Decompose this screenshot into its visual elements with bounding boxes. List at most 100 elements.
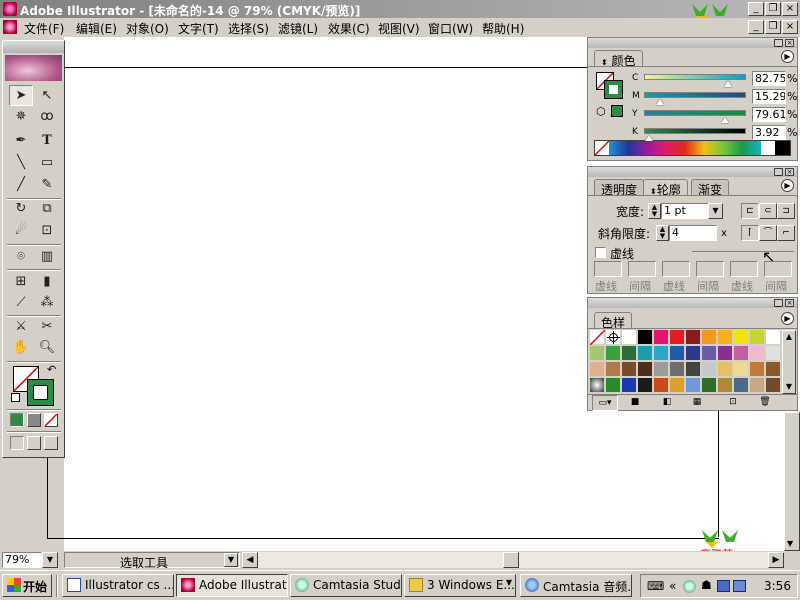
keyboard-icon[interactable]: ⌨ [647, 579, 664, 593]
show-color-swatches-icon[interactable]: ■ [626, 395, 644, 411]
menu-type[interactable]: 文字(T) [178, 20, 219, 37]
color-panel-menu-icon[interactable]: ▶ [781, 50, 794, 63]
warp-tool-icon[interactable]: ☄ [9, 220, 33, 241]
type-tool-icon[interactable]: T [35, 130, 59, 151]
channel-value-m[interactable]: 15.29 [752, 89, 786, 104]
swatch[interactable] [702, 346, 717, 361]
swatch[interactable] [638, 378, 653, 393]
current-color-chip[interactable] [611, 105, 623, 117]
miter-input[interactable]: 4 [669, 225, 717, 241]
eyedropper-tool-icon[interactable]: ⟋ [9, 292, 33, 313]
direct-selection-tool-icon[interactable]: ↖ [35, 85, 59, 106]
tab-swatches[interactable]: 色样 [594, 312, 633, 330]
symbol-sprayer-tool-icon[interactable]: ⌾ [9, 246, 33, 267]
doc-minimize-button[interactable]: _ [748, 20, 764, 34]
status-tool-display[interactable]: 选取工具 [64, 552, 240, 570]
taskbar-button-windows-explorer[interactable]: 3 Windows E... ▼ [404, 574, 516, 597]
start-button[interactable]: 开始 [2, 574, 52, 597]
swatch[interactable] [670, 378, 685, 393]
pencil-tool-icon[interactable]: ✎ [35, 174, 59, 195]
menu-help[interactable]: 帮助(H) [482, 20, 524, 37]
swatch[interactable] [654, 378, 669, 393]
dash-field-1[interactable] [594, 261, 622, 277]
new-swatch-icon[interactable]: ⊡ [724, 395, 742, 411]
menu-view[interactable]: 视图(V) [378, 20, 420, 37]
gap-field-3[interactable] [764, 261, 792, 277]
stroke-panel-minimize[interactable]: _ [774, 168, 783, 176]
menu-filter[interactable]: 滤镜(L) [278, 20, 318, 37]
scissors-tool-icon[interactable]: ✂ [35, 316, 59, 337]
bevel-join-icon[interactable]: ⌐ [777, 225, 795, 241]
swatch[interactable] [622, 362, 637, 377]
camtasia-tray-icon[interactable] [683, 580, 696, 593]
swatch[interactable] [718, 330, 733, 345]
lasso-tool-icon[interactable]: ꝏ [35, 106, 59, 127]
swatch[interactable] [750, 362, 765, 377]
swatches-scrollbar[interactable]: ▲ ▼ [782, 330, 796, 394]
swatches-panel-minimize[interactable]: _ [774, 299, 783, 307]
swatch[interactable] [654, 330, 669, 345]
swatch[interactable] [686, 378, 701, 393]
selection-tool-icon[interactable]: ➤ [9, 85, 33, 106]
gap-field-2[interactable] [696, 261, 724, 277]
doc-close-button[interactable]: × [782, 20, 798, 34]
swatch[interactable] [702, 362, 717, 377]
scroll-left-button[interactable]: ◀ [242, 552, 258, 568]
minimize-button[interactable]: _ [748, 2, 764, 16]
blend-tool-icon[interactable]: ⁂ [35, 292, 59, 313]
toolbox-flower-image[interactable] [5, 55, 62, 81]
rotate-tool-icon[interactable]: ↻ [9, 198, 33, 219]
color-panel-minimize[interactable]: _ [774, 39, 783, 47]
swatch[interactable] [654, 346, 669, 361]
zoom-tool-icon[interactable]: 🔍︎ [35, 337, 59, 358]
show-gradient-swatches-icon[interactable]: ◧ [658, 395, 676, 411]
vertical-scrollbar[interactable]: ▼ [784, 412, 800, 551]
weight-stepper[interactable]: ▲ ▼ [648, 203, 661, 219]
taskbar-button-camtasia-studio[interactable]: Camtasia Studi... [290, 574, 402, 597]
none-mode-icon[interactable] [44, 413, 58, 427]
swatch[interactable] [590, 346, 605, 361]
swatch[interactable] [766, 346, 781, 361]
horizontal-scroll-thumb[interactable] [503, 552, 519, 568]
illustrator-app-icon[interactable] [3, 2, 17, 16]
swatches-panel-close[interactable]: × [785, 299, 794, 307]
full-screen-menu-mode-icon[interactable] [27, 436, 41, 450]
channel-slider-thumb-c[interactable] [723, 81, 732, 87]
gradient-mode-icon[interactable] [27, 413, 41, 427]
menu-effect[interactable]: 效果(C) [328, 20, 370, 37]
panel-stroke-indicator[interactable] [604, 80, 623, 99]
zoom-dropdown-icon[interactable]: ▼ [42, 552, 58, 568]
taskbar-button-illustrator-doc[interactable]: Illustrator cs ... [62, 574, 174, 597]
swatch[interactable] [606, 362, 621, 377]
swatch[interactable] [622, 330, 637, 345]
volume-tray-icon[interactable]: ☗ [701, 578, 712, 592]
free-transform-tool-icon[interactable]: ⊡ [35, 220, 59, 241]
standard-screen-mode-icon[interactable] [10, 436, 24, 450]
magic-wand-tool-icon[interactable]: ✵ [9, 106, 33, 127]
dash-field-2[interactable] [662, 261, 690, 277]
swatch[interactable] [622, 346, 637, 361]
tab-color[interactable]: ⬍ 颜色 [594, 50, 643, 68]
full-screen-mode-icon[interactable] [44, 436, 58, 450]
channel-slider-thumb-y[interactable] [720, 117, 729, 123]
swatch[interactable] [638, 362, 653, 377]
channel-slider-m[interactable] [644, 92, 746, 98]
swatch[interactable] [670, 330, 685, 345]
channel-slider-thumb-k[interactable] [644, 135, 653, 141]
swatch[interactable] [622, 378, 637, 393]
swatch[interactable] [734, 330, 749, 345]
delete-swatch-icon[interactable]: 🗑︎ [756, 395, 774, 411]
channel-value-k[interactable]: 3.92 [752, 125, 786, 140]
show-swatch-kinds-icon[interactable]: ▭▾ [592, 395, 618, 411]
maximize-button[interactable]: ❐ [765, 2, 781, 16]
swatch[interactable] [766, 378, 781, 393]
swatch[interactable] [654, 362, 669, 377]
swatch[interactable] [718, 378, 733, 393]
show-hidden-icons-button[interactable]: « [669, 579, 676, 593]
menu-edit[interactable]: 编辑(E) [76, 20, 117, 37]
weight-input[interactable]: 1 pt [661, 203, 711, 219]
taskbar-button-camtasia-audio[interactable]: Camtasia 音频... [520, 574, 632, 597]
stroke-panel-menu-icon[interactable]: ▶ [781, 179, 794, 192]
dash-field-3[interactable] [730, 261, 758, 277]
channel-value-y[interactable]: 79.61 [752, 107, 786, 122]
